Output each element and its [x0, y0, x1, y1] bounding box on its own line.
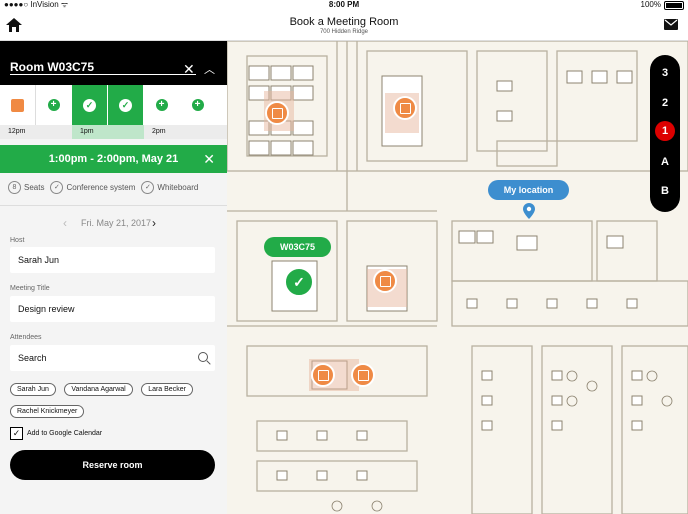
time-slots: + ✓ ✓ + +	[0, 85, 227, 125]
booked-room-icon[interactable]	[393, 96, 417, 120]
date-label: Fri. May 21, 2017	[81, 218, 152, 228]
floor-2[interactable]: 2	[650, 97, 680, 109]
floor-3[interactable]: 3	[650, 67, 680, 79]
conference-check-icon: ✓	[50, 181, 64, 194]
attendee-search-input[interactable]: Search	[10, 345, 215, 371]
meeting-title-field[interactable]: Design review	[10, 296, 215, 322]
attendee-chip[interactable]: Rachel Knickmeyer	[10, 405, 85, 418]
check-icon: ✓	[119, 98, 132, 112]
plus-icon: +	[155, 99, 168, 111]
page-title: Book a Meeting Room	[289, 16, 399, 28]
floor-b[interactable]: B	[650, 185, 680, 197]
slot-selected[interactable]: ✓	[72, 85, 108, 125]
host-label: Host	[10, 237, 25, 244]
clock: 8:00 PM	[328, 0, 360, 9]
timeline-label: 12pm	[8, 128, 26, 135]
floor-a[interactable]: A	[650, 156, 680, 168]
booked-room-icon[interactable]	[265, 101, 289, 125]
slot-available[interactable]: +	[180, 85, 216, 125]
chevron-left-icon[interactable]: ‹	[63, 216, 67, 230]
plus-icon: +	[191, 99, 204, 111]
app-header: Book a Meeting Room 700 Hidden Ridge	[0, 10, 688, 41]
checkbox[interactable]: ✓	[10, 427, 23, 440]
attendee-chip[interactable]: Lara Becker	[141, 383, 193, 396]
chevron-right-icon[interactable]: ›	[152, 216, 156, 230]
seats-icon: 8	[8, 181, 21, 194]
search-icon	[198, 352, 208, 362]
page-subtitle: 700 Hidden Ridge	[319, 29, 369, 35]
host-field[interactable]: Sarah Jun	[10, 247, 215, 273]
date-selector: ‹ Fri. May 21, 2017 ›	[0, 216, 227, 231]
check-icon: ✓	[83, 98, 96, 112]
attendee-chip[interactable]: Vandana Agarwal	[64, 383, 133, 396]
slot-available[interactable]: +	[36, 85, 72, 125]
timeline-label: 1pm	[80, 128, 94, 135]
attendee-chip[interactable]: Sarah Jun	[10, 383, 56, 396]
my-location-label[interactable]: My location	[488, 180, 569, 200]
chevron-up-icon[interactable]: ︿	[204, 61, 215, 77]
amenities: 8 Seats ✓ Conference system ✓ Whiteboard	[8, 181, 198, 194]
close-icon[interactable]: ✕	[183, 61, 195, 78]
reserve-button[interactable]: Reserve room	[10, 450, 215, 480]
floor-selector: 3 2 1 A B	[650, 55, 680, 212]
meeting-title-label: Meeting Title	[10, 285, 50, 292]
whiteboard-check-icon: ✓	[141, 181, 155, 194]
timeline-label: 2pm	[152, 128, 166, 135]
booked-room-icon[interactable]	[373, 269, 397, 293]
mail-icon[interactable]	[664, 19, 678, 30]
timeline: 12pm 1pm 2pm	[0, 125, 227, 139]
floor-map[interactable]: ✓	[227, 41, 688, 514]
location-pin-icon	[523, 203, 535, 219]
slot-selected[interactable]: ✓	[108, 85, 144, 125]
slot-available[interactable]: +	[144, 85, 180, 125]
room-name[interactable]: Room W03C75	[10, 60, 94, 74]
selected-room-label[interactable]: W03C75	[264, 237, 331, 257]
booked-room-icon	[11, 98, 24, 112]
attendees-label: Attendees	[10, 334, 42, 341]
room-header: Room W03C75 ✕ ︿	[0, 41, 227, 85]
selected-time: 1:00pm - 2:00pm, May 21	[48, 153, 179, 165]
plus-icon: +	[47, 99, 60, 111]
check-icon[interactable]: ✓	[284, 267, 314, 297]
selected-time-bar: 1:00pm - 2:00pm, May 21 ✕	[0, 145, 227, 173]
slot-booked[interactable]	[0, 85, 36, 125]
clear-time-icon[interactable]: ✕	[203, 151, 215, 168]
booking-panel: Room W03C75 ✕ ︿ + ✓ ✓ + + 12pm 1pm 2pm 1…	[0, 41, 227, 514]
booked-room-icon[interactable]	[351, 363, 375, 387]
booked-room-icon[interactable]	[311, 363, 335, 387]
battery-percent: 100%	[640, 0, 661, 9]
floor-1[interactable]: 1	[655, 121, 675, 141]
attendee-list: Sarah Jun Vandana Agarwal Lara Becker Ra…	[10, 378, 220, 422]
battery-icon	[664, 0, 684, 10]
google-calendar-option[interactable]: ✓ Add to Google Calendar	[10, 427, 102, 440]
status-bar: ●●●●○ InVision ᯤ 8:00 PM 100%	[0, 0, 688, 10]
